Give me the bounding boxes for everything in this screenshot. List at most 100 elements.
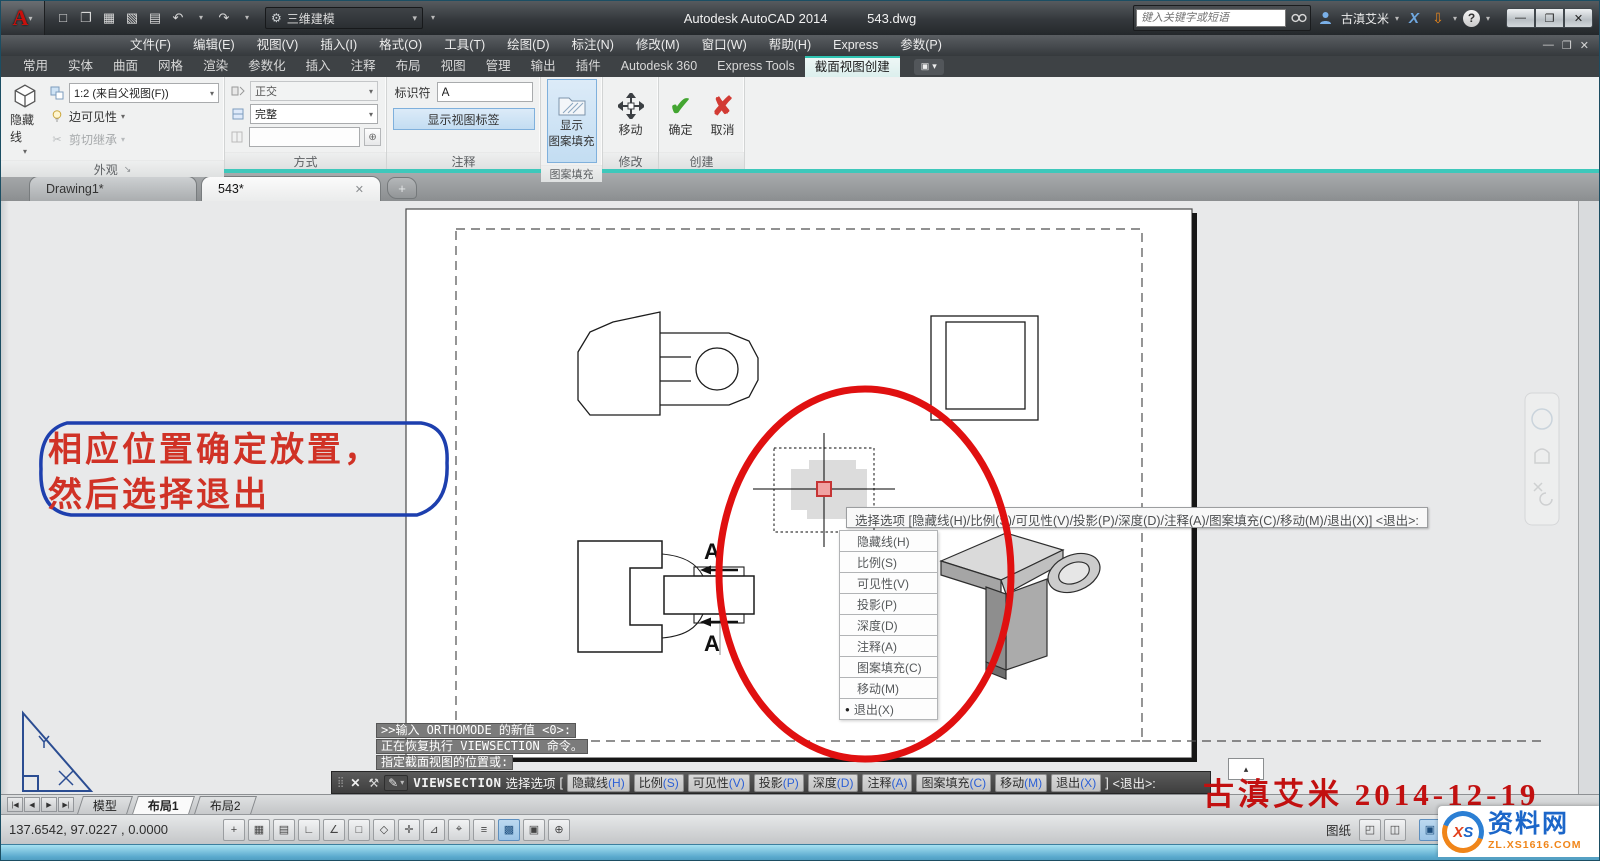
ok-button[interactable]: ✔ 确定 bbox=[664, 91, 696, 140]
infer-constraints-icon[interactable]: + bbox=[223, 819, 245, 841]
menu-dimension[interactable]: 标注(N) bbox=[561, 35, 625, 56]
ribbon-minimize-button[interactable]: ▣ ▾ bbox=[914, 59, 944, 75]
file-tab-close-icon[interactable]: ✕ bbox=[355, 183, 364, 196]
ctx-depth[interactable]: 深度(D) bbox=[839, 614, 938, 636]
3d-object-snap-icon[interactable]: ◇ bbox=[373, 819, 395, 841]
tab-surface[interactable]: 曲面 bbox=[103, 56, 148, 77]
quick-view-layouts-icon[interactable]: ◰ bbox=[1359, 819, 1381, 841]
new-drawing-tab-button[interactable]: + bbox=[387, 177, 417, 199]
cmd-option-scale[interactable]: 比例(S) bbox=[634, 774, 684, 792]
cmd-option-hatch[interactable]: 图案填充(C) bbox=[916, 774, 991, 792]
signed-in-user[interactable]: 古滇艾米 bbox=[1341, 10, 1389, 27]
autodesk-exchange-icon[interactable]: X bbox=[1405, 8, 1423, 28]
menu-view[interactable]: 视图(V) bbox=[246, 35, 310, 56]
dynamic-ucs-icon[interactable]: ⊿ bbox=[423, 819, 445, 841]
tab-express-tools[interactable]: Express Tools bbox=[707, 56, 805, 77]
navigation-bar[interactable] bbox=[1525, 393, 1559, 525]
canvas-right-edge[interactable] bbox=[1578, 201, 1599, 794]
tab-autodesk360[interactable]: Autodesk 360 bbox=[611, 56, 707, 77]
next-layout-icon[interactable]: ▶ bbox=[41, 797, 57, 812]
tab-render[interactable]: 渲染 bbox=[193, 56, 238, 77]
open-icon[interactable]: ❐ bbox=[76, 8, 96, 28]
menu-help[interactable]: 帮助(H) bbox=[758, 35, 822, 56]
ctx-scale[interactable]: 比例(S) bbox=[839, 551, 938, 573]
tab-home[interactable]: 常用 bbox=[13, 56, 58, 77]
grid-display-icon[interactable]: ▤ bbox=[273, 819, 295, 841]
save-icon[interactable]: ▦ bbox=[99, 8, 119, 28]
command-input-icon[interactable]: ✎ ▾ bbox=[384, 775, 408, 791]
drawing-canvas[interactable]: A A bbox=[1, 201, 1599, 794]
tab-output[interactable]: 输出 bbox=[521, 56, 566, 77]
restore-button[interactable]: ❐ bbox=[1535, 8, 1564, 28]
apps-dropdown-icon[interactable]: ▾ bbox=[1453, 14, 1457, 23]
redo-dropdown-icon[interactable]: ▾ bbox=[237, 8, 257, 28]
polar-tracking-icon[interactable]: ∠ bbox=[323, 819, 345, 841]
help-icon[interactable]: ? bbox=[1463, 10, 1480, 27]
undo-icon[interactable]: ↶ bbox=[168, 8, 188, 28]
tab-annotate[interactable]: 注释 bbox=[341, 56, 386, 77]
palette-grip-icon[interactable]: ⣿ bbox=[337, 777, 342, 788]
help-dropdown-icon[interactable]: ▾ bbox=[1486, 14, 1490, 23]
appearance-launcher-icon[interactable]: ↘ bbox=[124, 164, 132, 175]
file-tab-drawing1[interactable]: Drawing1* bbox=[29, 176, 197, 201]
first-layout-icon[interactable]: |◀ bbox=[7, 797, 23, 812]
snap-mode-icon[interactable]: ▦ bbox=[248, 819, 270, 841]
cmd-option-annotation[interactable]: 注释(A) bbox=[862, 774, 912, 792]
tab-section-view-creation[interactable]: 截面视图创建 bbox=[805, 56, 900, 77]
menu-insert[interactable]: 插入(I) bbox=[309, 35, 368, 56]
file-tab-543[interactable]: 543* ✕ bbox=[201, 176, 381, 201]
user-dropdown-icon[interactable]: ▾ bbox=[1395, 14, 1399, 23]
qat-customize-icon[interactable]: ▾ bbox=[423, 8, 443, 28]
tab-plugins[interactable]: 插件 bbox=[566, 56, 611, 77]
quick-view-drawings-icon[interactable]: ◫ bbox=[1384, 819, 1406, 841]
tab-model[interactable]: 模型 bbox=[77, 796, 133, 814]
tab-layout2[interactable]: 布局2 bbox=[194, 796, 257, 814]
ctx-move[interactable]: 移动(M) bbox=[839, 677, 938, 699]
command-line-palette[interactable]: ⣿ ✕ ⚒ ✎ ▾ VIEWSECTION 选择选项 [ 隐藏线(H) 比例(S… bbox=[331, 771, 1211, 794]
identifier-input[interactable] bbox=[437, 82, 533, 102]
menu-edit[interactable]: 编辑(E) bbox=[182, 35, 246, 56]
panel-label-annotation[interactable]: 注释 bbox=[387, 152, 540, 169]
cmd-option-exit[interactable]: 退出(X) bbox=[1051, 774, 1101, 792]
section-type-combo[interactable]: 完整 ▾ bbox=[250, 104, 378, 124]
save-as-icon[interactable]: ▧ bbox=[122, 8, 142, 28]
workspace-switcher[interactable]: ⚙ 三维建模 ▾ bbox=[265, 7, 423, 29]
ctx-projection[interactable]: 投影(P) bbox=[839, 593, 938, 615]
close-button[interactable]: ✕ bbox=[1564, 8, 1593, 28]
panel-label-appearance[interactable]: 外观 ↘ bbox=[1, 160, 224, 177]
redo-icon[interactable]: ↷ bbox=[214, 8, 234, 28]
tab-layout[interactable]: 布局 bbox=[386, 56, 431, 77]
ctx-hatch[interactable]: 图案填充(C) bbox=[839, 656, 938, 678]
panel-label-create[interactable]: 创建 bbox=[659, 152, 744, 169]
object-snap-tracking-icon[interactable]: ✛ bbox=[398, 819, 420, 841]
edge-visibility-dropdown[interactable]: 边可见性 ▾ bbox=[69, 108, 125, 125]
menu-draw[interactable]: 绘图(D) bbox=[496, 35, 560, 56]
menu-window[interactable]: 窗口(W) bbox=[691, 35, 758, 56]
tab-manage[interactable]: 管理 bbox=[476, 56, 521, 77]
wrench-icon[interactable]: ⚒ bbox=[368, 776, 379, 790]
tab-layout1[interactable]: 布局1 bbox=[132, 796, 195, 814]
command-close-icon[interactable]: ✕ bbox=[347, 776, 363, 790]
ctx-visibility[interactable]: 可见性(V) bbox=[839, 572, 938, 594]
dynamic-input-icon[interactable]: ⌖ bbox=[448, 819, 470, 841]
ortho-mode-icon[interactable]: ∟ bbox=[298, 819, 320, 841]
last-layout-icon[interactable]: ▶| bbox=[58, 797, 74, 812]
paper-space-button[interactable]: 图纸 bbox=[1321, 820, 1356, 839]
new-file-icon[interactable]: □ bbox=[53, 8, 73, 28]
menu-file[interactable]: 文件(F) bbox=[119, 35, 182, 56]
prev-layout-icon[interactable]: ◀ bbox=[24, 797, 40, 812]
ctx-exit[interactable]: ● 退出(X) bbox=[839, 698, 938, 720]
doc-minimize-icon[interactable]: — bbox=[1543, 39, 1554, 52]
command-prompt-line[interactable]: VIEWSECTION 选择选项 [ 隐藏线(H) 比例(S) 可见性(V) 投… bbox=[413, 773, 1156, 792]
tab-solid[interactable]: 实体 bbox=[58, 56, 103, 77]
show-hatch-button[interactable]: 显示 图案填充 bbox=[547, 79, 597, 163]
ctx-hidden-lines[interactable]: 隐藏线(H) bbox=[839, 530, 938, 552]
ctx-annotation[interactable]: 注释(A) bbox=[839, 635, 938, 657]
menu-tools[interactable]: 工具(T) bbox=[433, 35, 496, 56]
exchange-apps-icon[interactable]: ⇩ bbox=[1429, 8, 1447, 28]
cmd-option-hidden-lines[interactable]: 隐藏线(H) bbox=[567, 774, 630, 792]
panel-label-method[interactable]: 方式 bbox=[225, 152, 386, 169]
depth-pick-button[interactable]: ⊕ bbox=[364, 128, 381, 146]
panel-label-modify[interactable]: 修改 bbox=[603, 152, 658, 169]
hidden-lines-button[interactable]: 隐藏线 ▾ bbox=[6, 81, 44, 158]
